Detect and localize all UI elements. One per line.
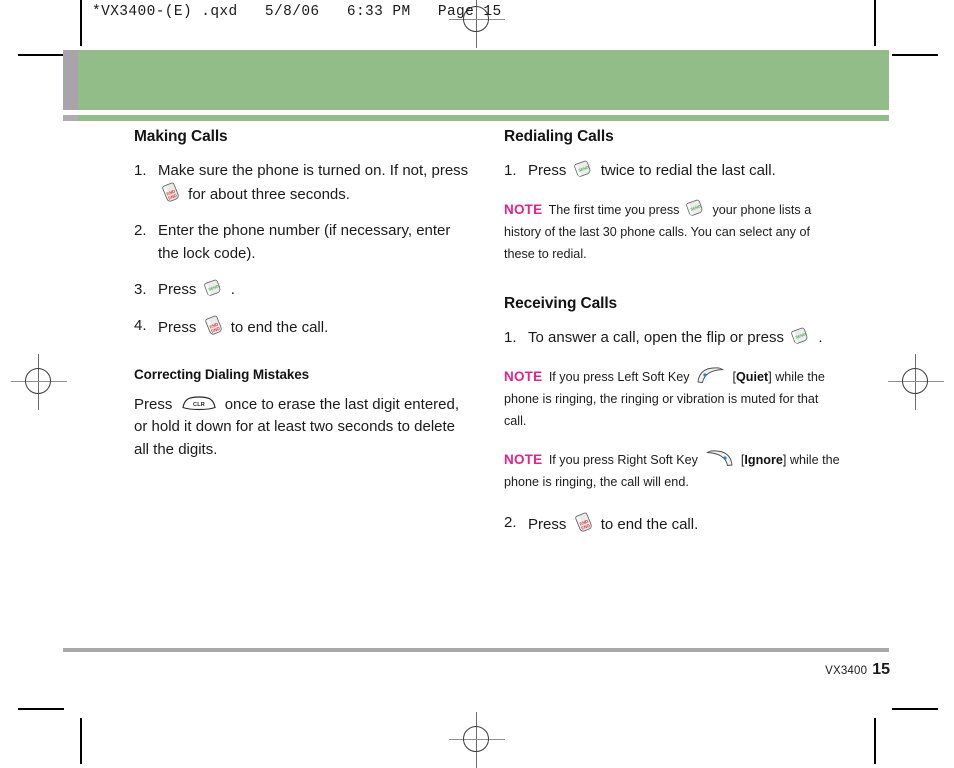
list-item-number: 1. [134,162,147,179]
note-label: NOTE [504,452,543,468]
note-bold-quiet: Quiet [736,370,769,385]
list-item-number: 2. [504,513,517,531]
crop-mark-top-right-horizontal [892,54,938,56]
paragraph-text-before: Press [134,396,173,414]
right-soft-key-icon [704,448,734,468]
list-item: 2. Press to end the call. [504,512,844,536]
list-item-text-after: to end the call. [230,318,329,336]
note-text-before: The first time you press [548,203,680,218]
note-label: NOTE [504,369,543,385]
note-label: NOTE [504,202,543,218]
list-item: 1. Press twice to redial the last call. [504,160,844,182]
list-item-text-after: for about three seconds. [188,186,350,204]
crop-mark-top-left-vertical [80,0,82,46]
banner-rule-tab [63,115,78,121]
page-banner [63,50,889,110]
footer-page-number: 15 [872,661,890,678]
note-bracket-close: ] [768,370,772,385]
list-item: 4. Press to end the call. [134,315,474,339]
section-heading-making-calls: Making Calls [134,128,228,145]
list-item-number: 2. [134,222,147,240]
list-item: 3. Press . [134,279,474,301]
section-heading-redialing-calls: Redialing Calls [504,128,614,145]
registration-ring [463,726,489,752]
list-item-text: Press [158,280,197,298]
crop-mark-bottom-left-vertical [80,718,82,764]
list-item-text: Enter the phone number (if necessary, en… [158,222,451,262]
banner-bottom-rule [63,115,889,121]
paragraph-correcting-dialing: Press once to erase the last digit enter… [134,394,474,461]
footer-rule [63,648,889,652]
list-item-text: Make sure the phone is turned on. If not… [158,162,469,179]
scan-header-text: *VX3400-(E) .qxd 5/8/06 6:33 PM Page 15 [92,4,502,20]
list-item-text-after: . [230,280,235,298]
footer-model: VX3400 [825,665,868,677]
send-key-icon [573,160,595,180]
note-quiet: NOTE If you press Left Soft Key [Quiet] … [504,365,844,432]
subsection-heading-correcting-dialing-mistakes: Correcting Dialing Mistakes [134,367,310,383]
end-key-icon [203,315,225,337]
footer: VX3400 15 [825,661,890,679]
list-item-number: 4. [134,316,147,334]
crop-mark-top-right-vertical [874,0,876,46]
note-ignore: NOTE If you press Right Soft Key [Ignore… [504,448,844,493]
banner-green-field [78,50,889,110]
list-item-text: To answer a call, open the flip or press [528,329,784,347]
crop-mark-bottom-left-horizontal [18,708,64,710]
registration-mark-left-middle [11,354,67,410]
registration-ring [25,368,51,394]
send-key-icon [790,327,812,347]
note-redial: NOTE The first time you press your phone… [504,198,844,265]
crop-mark-bottom-right-horizontal [892,708,938,710]
registration-ring [902,368,928,394]
banner-rule-field [78,115,889,121]
end-key-icon [573,512,595,534]
right-column: Redialing Calls 1. Press twice to redial… [504,128,844,550]
list-item-text-after: to end the call. [600,515,699,533]
note-bold-ignore: Ignore [744,453,783,468]
list-item-number: 3. [134,280,147,298]
section-heading-receiving-calls: Receiving Calls [504,295,618,313]
note-bracket-close: ] [782,453,787,468]
list-item: 2. Enter the phone number (if necessary,… [134,220,474,264]
crop-mark-top-left-horizontal [18,54,64,56]
send-key-icon [203,279,225,299]
list-item-number: 1. [504,162,517,179]
list-item-text: Press [528,162,567,179]
crop-mark-bottom-right-vertical [874,718,876,764]
note-text-before: If you press Left Soft Key [548,370,690,385]
note-text-before: If you press Right Soft Key [548,453,698,468]
list-item-text-after: . [818,329,823,347]
banner-left-tab [63,50,78,110]
list-item-text-after: twice to redial the last call. [600,162,776,179]
list-item: 1. Make sure the phone is turned on. If … [134,160,474,206]
left-soft-key-icon [696,365,726,385]
list-item-number: 1. [504,329,517,347]
list-item-text: Press [158,318,197,336]
list-item-text: Press [528,515,567,533]
list-item: 1. To answer a call, open the flip or pr… [504,327,844,349]
registration-mark-bottom-center [449,712,505,768]
send-key-icon [685,199,707,219]
end-key-icon [160,182,182,204]
left-column: Making Calls 1. Make sure the phone is t… [134,128,474,475]
clr-key-icon [180,395,218,411]
registration-mark-right-middle [888,354,944,410]
